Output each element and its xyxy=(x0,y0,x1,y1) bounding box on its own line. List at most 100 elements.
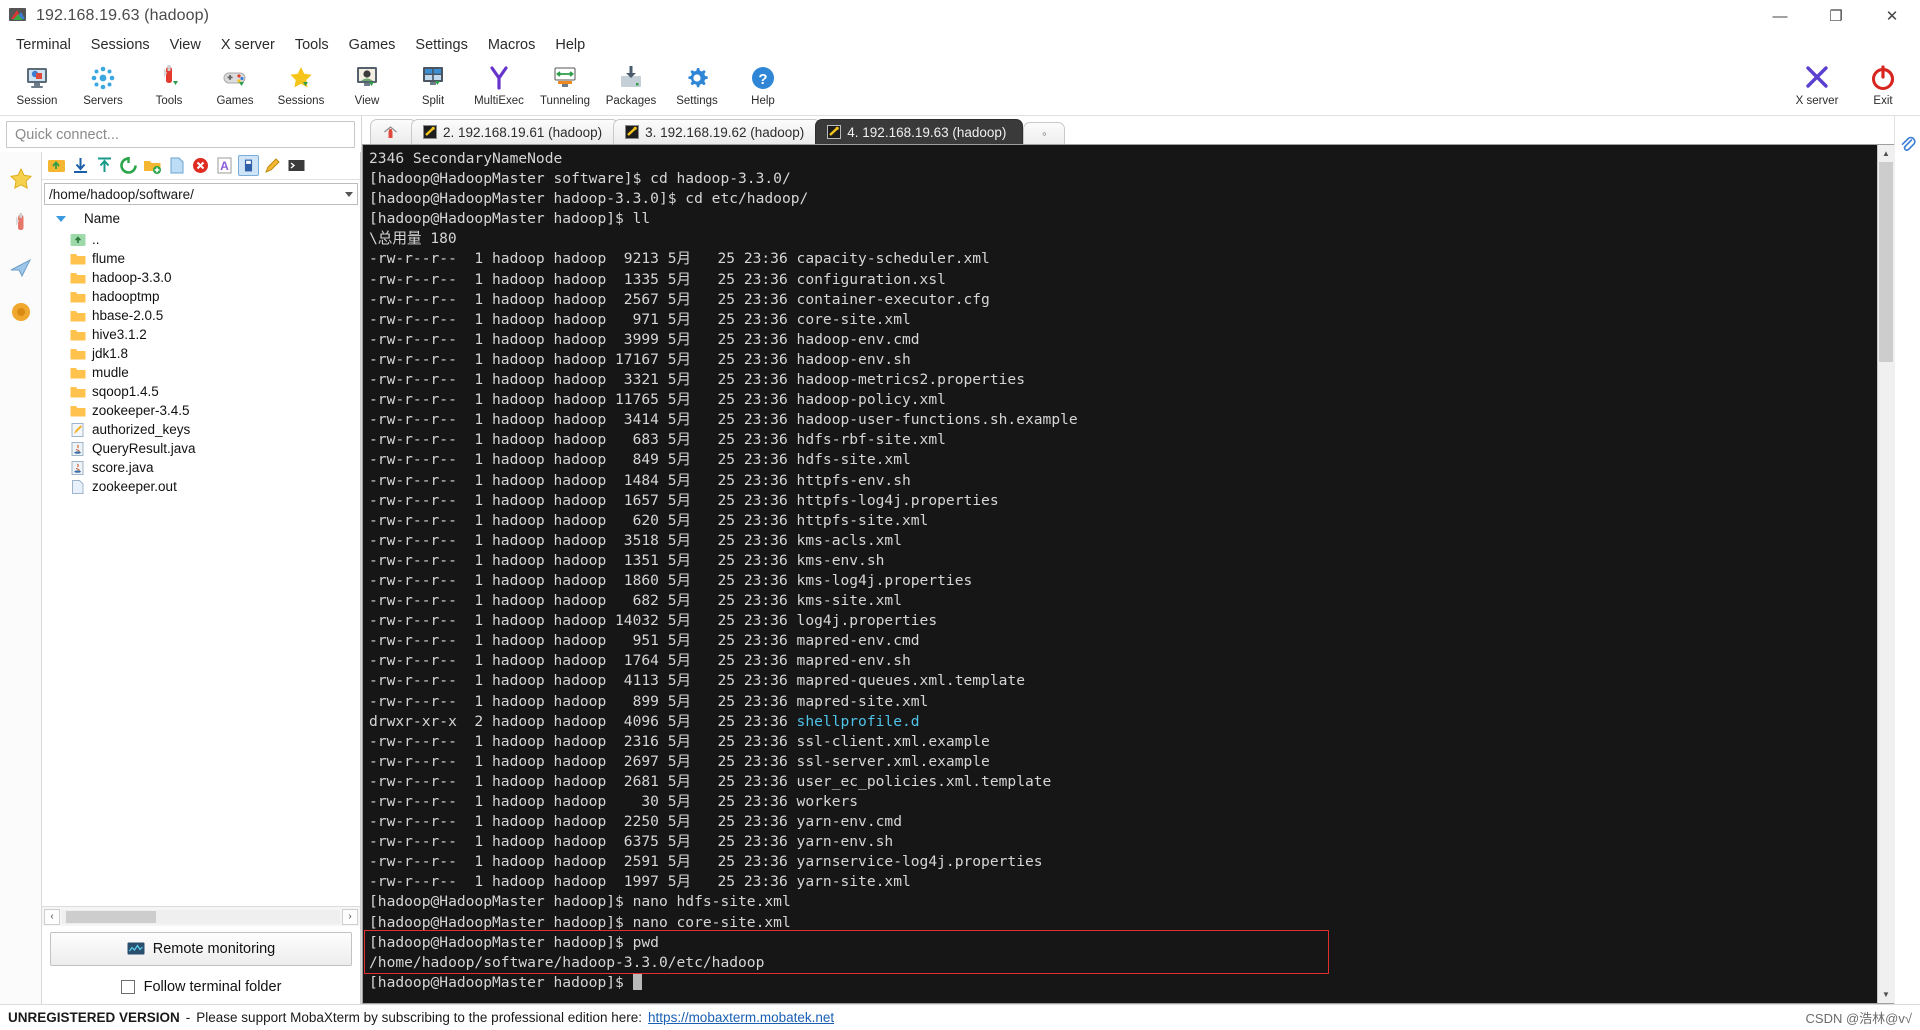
menu-help[interactable]: Help xyxy=(545,35,595,55)
scroll-down-icon[interactable]: ▼ xyxy=(1877,986,1895,1003)
menu-games[interactable]: Games xyxy=(339,35,406,55)
new-folder-icon[interactable] xyxy=(142,155,163,176)
refresh-icon[interactable] xyxy=(118,155,139,176)
window-title: 192.168.19.63 (hadoop) xyxy=(36,7,210,24)
list-item[interactable]: hadooptmp xyxy=(42,287,360,306)
toolbar-help-button[interactable]: ? Help xyxy=(730,60,796,114)
tab-home[interactable] xyxy=(370,119,417,144)
toolbar-packages-label: Packages xyxy=(605,95,657,107)
toolbar-exit-button[interactable]: Exit xyxy=(1850,60,1916,114)
menu-sessions[interactable]: Sessions xyxy=(81,35,160,55)
tree-column-header[interactable]: Name xyxy=(42,209,360,230)
sftp-browser: A /home/hadoop/software/ Name .. flume h… xyxy=(42,152,361,1004)
toolbar-servers-button[interactable]: Servers xyxy=(70,60,136,114)
scroll-track[interactable] xyxy=(62,909,340,924)
terminal-line: -rw-r--r-- 1 hadoop hadoop 17167 5月 25 2… xyxy=(369,350,911,368)
tree-column-header-name: Name xyxy=(84,211,121,226)
tools-knife-icon[interactable] xyxy=(2,202,40,246)
toolbar-settings-button[interactable]: Settings xyxy=(664,60,730,114)
scroll-thumb[interactable] xyxy=(1878,162,1893,362)
terminal-line: [hadoop@HadoopMaster hadoop]$ nano hdfs-… xyxy=(369,893,791,911)
list-item[interactable]: jdk1.8 xyxy=(42,344,360,363)
text-view-icon[interactable]: A xyxy=(214,155,235,176)
list-item[interactable]: hive3.1.2 xyxy=(42,325,360,344)
list-item[interactable]: authorized_keys xyxy=(42,420,360,439)
upload-icon[interactable] xyxy=(94,155,115,176)
new-tab-button[interactable]: ◦ xyxy=(1023,122,1066,144)
favorites-star-icon[interactable] xyxy=(2,158,40,202)
delete-icon[interactable] xyxy=(190,155,211,176)
sftp-horizontal-scrollbar[interactable]: ‹ › xyxy=(42,906,360,926)
maximize-button[interactable]: ❐ xyxy=(1808,0,1864,32)
list-item[interactable]: flume xyxy=(42,249,360,268)
terminal-line: 2346 SecondaryNameNode xyxy=(369,150,563,167)
toolbar-games-button[interactable]: Games xyxy=(202,60,268,114)
scroll-thumb[interactable] xyxy=(66,910,156,923)
toolbar-session-button[interactable]: Session xyxy=(4,60,70,114)
tab-session-4[interactable]: 4. 192.168.19.63 (hadoop) xyxy=(815,119,1024,144)
toolbar-tunneling-button[interactable]: Tunneling xyxy=(532,60,598,114)
terminal-icon[interactable] xyxy=(286,155,307,176)
go-up-icon[interactable] xyxy=(46,155,67,176)
scroll-track[interactable] xyxy=(1877,162,1895,986)
tab-session-3[interactable]: 3. 192.168.19.62 (hadoop) xyxy=(613,119,822,144)
list-item[interactable]: hadoop-3.3.0 xyxy=(42,268,360,287)
new-file-icon[interactable] xyxy=(166,155,187,176)
toolbar-x-server-button[interactable]: X server xyxy=(1784,60,1850,114)
list-item[interactable]: mudle xyxy=(42,363,360,382)
menu-macros[interactable]: Macros xyxy=(478,35,546,55)
list-item[interactable]: sqoop1.4.5 xyxy=(42,382,360,401)
menu-x-server[interactable]: X server xyxy=(211,35,285,55)
toolbar-servers-label: Servers xyxy=(83,95,123,107)
terminal-line: -rw-r--r-- 1 hadoop hadoop 1335 5月 25 23… xyxy=(369,270,946,288)
menu-settings[interactable]: Settings xyxy=(405,35,477,55)
macro-orange-icon[interactable] xyxy=(2,290,40,334)
minimize-button[interactable]: — xyxy=(1752,0,1808,32)
toolbar-split-button[interactable]: Split xyxy=(400,60,466,114)
download-icon[interactable] xyxy=(70,155,91,176)
toolbar-sessions-button[interactable]: Sessions xyxy=(268,60,334,114)
send-plane-icon[interactable] xyxy=(2,246,40,290)
terminal-line: [hadoop@HadoopMaster hadoop]$ ll xyxy=(369,210,651,228)
scroll-right-icon[interactable]: › xyxy=(342,908,358,925)
menu-view[interactable]: View xyxy=(160,35,211,55)
sftp-file-tree[interactable]: Name .. flume hadoop-3.3.0 hadooptmp hba… xyxy=(42,205,360,906)
edit-icon[interactable] xyxy=(262,155,283,176)
list-item-label: zookeeper.out xyxy=(92,479,177,494)
split-icon xyxy=(418,63,448,93)
close-button[interactable]: ✕ xyxy=(1864,0,1920,32)
menu-terminal[interactable]: Terminal xyxy=(6,35,81,55)
toolbar-multiexec-label: MultiExec xyxy=(474,95,524,107)
list-item[interactable]: score.java xyxy=(42,458,360,477)
copy-path-icon[interactable] xyxy=(238,155,259,176)
scroll-up-icon[interactable]: ▲ xyxy=(1877,145,1895,162)
quick-connect-input[interactable]: Quick connect... xyxy=(6,121,355,148)
chevron-down-icon[interactable] xyxy=(56,215,66,222)
toolbar-tools-button[interactable]: Tools xyxy=(136,60,202,114)
tab-label: 4. 192.168.19.63 (hadoop) xyxy=(847,124,1007,140)
mobaxterm-link[interactable]: https://mobaxterm.mobatek.net xyxy=(648,1010,834,1025)
tab-session-2[interactable]: 2. 192.168.19.61 (hadoop) xyxy=(411,119,620,144)
toolbar-multiexec-button[interactable]: MultiExec xyxy=(466,60,532,114)
terminal-vertical-scrollbar[interactable]: ▲ ▼ xyxy=(1877,145,1895,1003)
terminal-output[interactable]: 2346 SecondaryNameNode [hadoop@HadoopMast… xyxy=(363,145,1877,1003)
list-item[interactable]: QueryResult.java xyxy=(42,439,360,458)
remote-monitoring-button[interactable]: Remote monitoring xyxy=(50,932,352,966)
folder-icon xyxy=(70,347,86,361)
toolbar-x-server-label: X server xyxy=(1795,95,1839,107)
toolbar-packages-button[interactable]: Packages xyxy=(598,60,664,114)
follow-terminal-folder-checkbox[interactable] xyxy=(120,980,135,994)
scroll-left-icon[interactable]: ‹ xyxy=(44,908,60,925)
chevron-down-icon[interactable] xyxy=(345,191,353,197)
terminal-line: [hadoop@HadoopMaster hadoop]$ xyxy=(369,973,1877,993)
list-item[interactable]: hbase-2.0.5 xyxy=(42,306,360,325)
games-icon xyxy=(220,63,250,93)
list-item[interactable]: .. xyxy=(42,230,360,249)
terminal-line: -rw-r--r-- 1 hadoop hadoop 951 5月 25 23:… xyxy=(369,632,920,650)
list-item[interactable]: zookeeper.out xyxy=(42,477,360,496)
list-item[interactable]: zookeeper-3.4.5 xyxy=(42,401,360,420)
toolbar-view-button[interactable]: View xyxy=(334,60,400,114)
follow-terminal-folder-row[interactable]: Follow terminal folder xyxy=(42,970,360,1004)
sftp-path-bar[interactable]: /home/hadoop/software/ xyxy=(44,183,358,205)
menu-tools[interactable]: Tools xyxy=(285,35,339,55)
